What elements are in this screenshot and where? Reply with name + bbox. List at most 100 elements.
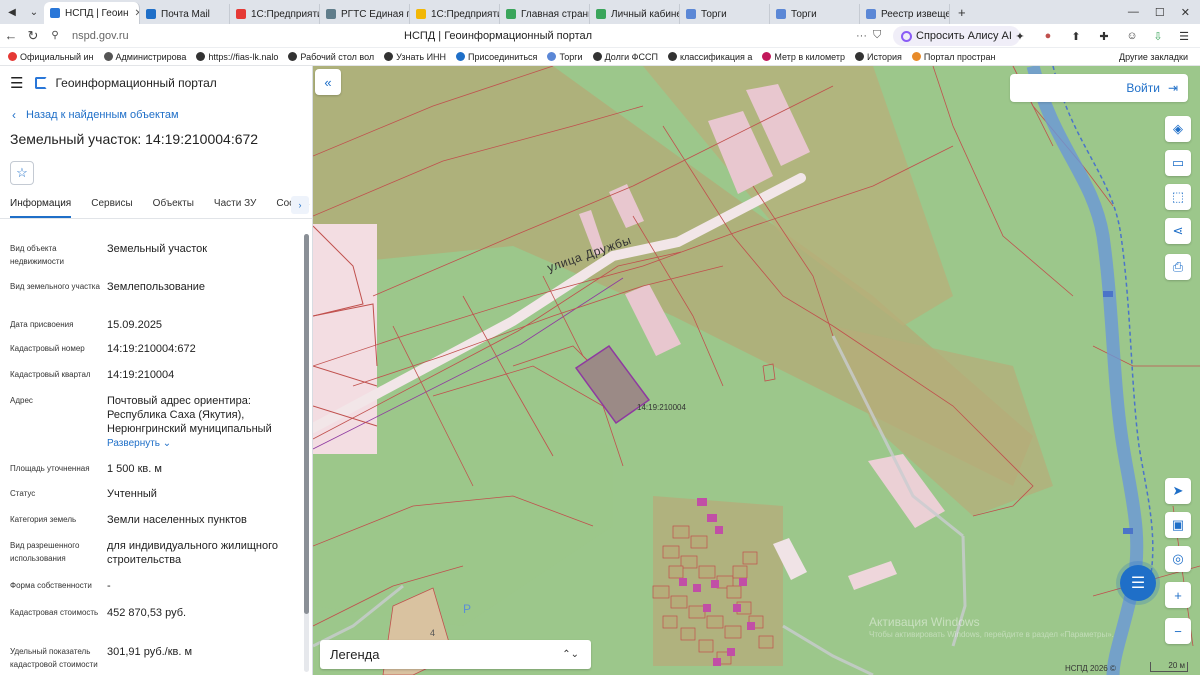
app-title: Геоинформационный портал: [55, 76, 217, 90]
bookmark-item[interactable]: Администрирова: [103, 52, 186, 62]
bookmark-item[interactable]: Присоединиться: [456, 52, 537, 62]
plus-icon: +: [1174, 587, 1182, 603]
bookmark-icon[interactable]: ⛉: [873, 29, 881, 42]
geolocation-button[interactable]: ➤: [1165, 478, 1191, 504]
tab-label: НСПД | Геоин: [65, 7, 129, 19]
url-field[interactable]: nspd.gov.ru: [72, 30, 192, 42]
bookmark-favicon-icon: [854, 52, 864, 61]
zoom-out-button[interactable]: −: [1165, 618, 1191, 644]
address-bar: ← ↻ ⚲ nspd.gov.ru НСПД | Геоинформационн…: [0, 24, 1200, 48]
tabs-scroll-right-icon[interactable]: ›: [291, 196, 309, 214]
maximize-icon[interactable]: ☐: [1155, 6, 1165, 19]
collapse-panel-button[interactable]: «: [315, 69, 341, 95]
puzzle-icon[interactable]: ✚: [1096, 28, 1112, 44]
object-title: Земельный участок: 14:19:210004:672: [10, 131, 259, 147]
bookmark-item[interactable]: Метр в километр: [762, 52, 845, 62]
new-tab-button[interactable]: +: [958, 5, 966, 20]
measure-button[interactable]: ▭: [1165, 150, 1191, 176]
property-value: для индивидуального жилищного строительс…: [107, 539, 300, 567]
map-view[interactable]: 4 P 14:19:210004 улица Дружбы « Войти ⇥ …: [313, 66, 1200, 675]
bookmark-item[interactable]: Портал простран: [911, 52, 995, 62]
tab-objects[interactable]: Объекты: [153, 194, 194, 218]
alisa-icon: [901, 30, 912, 42]
bookmark-label: История: [866, 51, 902, 62]
page-title-in-address: НСПД | Геоинформационный портал: [404, 29, 593, 42]
tab-services[interactable]: Сервисы: [91, 194, 132, 218]
bookmark-label: Рабочий стол вол: [300, 51, 375, 62]
select-area-button[interactable]: ⬚: [1165, 184, 1191, 210]
property-value: 15.09.2025: [107, 318, 300, 332]
minimap-button[interactable]: ▣: [1165, 512, 1191, 538]
profile-icon[interactable]: ☺: [1124, 28, 1140, 44]
property-label: Адрес: [10, 396, 33, 405]
bookmark-item[interactable]: классификация а: [667, 52, 752, 62]
bookmark-item[interactable]: Торги: [547, 52, 583, 62]
sidebar-toggle-icon[interactable]: ◀: [2, 3, 22, 21]
double-chevron-left-icon: «: [324, 74, 332, 90]
browser-tab[interactable]: 1С:Предприятие: [230, 4, 320, 24]
reload-icon[interactable]: ↻: [22, 28, 44, 44]
panel-scrollbar[interactable]: [304, 234, 309, 672]
legend-dropdown[interactable]: Легенда ⌃⌄: [320, 640, 591, 669]
property-value-text: 452 870,53 руб.: [107, 607, 187, 619]
scrollbar-thumb[interactable]: [304, 234, 309, 614]
browser-tab[interactable]: Торги: [770, 4, 860, 24]
browser-tab[interactable]: Реестр извещени: [860, 4, 950, 24]
browser-tab-bar: ◀ ⌄ НСПД | Геоин✕Почта Mail1С:Предприяти…: [0, 0, 1200, 24]
menu-icon[interactable]: ☰: [1176, 28, 1192, 44]
print-button[interactable]: ⎙: [1165, 254, 1191, 280]
tab-favicon-icon: [506, 9, 516, 19]
close-window-icon[interactable]: ✕: [1181, 6, 1190, 19]
chevron-left-icon: ‹: [12, 108, 16, 122]
property-label: Кадастровая стоимость: [10, 608, 99, 617]
tab-parts[interactable]: Части ЗУ: [214, 194, 256, 218]
expand-address-link[interactable]: Развернуть: [107, 438, 160, 449]
property-label: Дата присвоения: [10, 320, 74, 329]
back-to-results-link[interactable]: ‹ Назад к найденным объектам: [0, 108, 312, 122]
bookmark-item[interactable]: Долги ФССП: [592, 52, 658, 62]
browser-tab[interactable]: НСПД | Геоин✕: [44, 2, 140, 24]
browser-tab[interactable]: 1С:Предприятие: [410, 4, 500, 24]
favorite-button[interactable]: ☆: [10, 161, 34, 185]
bookmark-item[interactable]: История: [854, 51, 902, 62]
back-nav-icon[interactable]: ←: [0, 28, 22, 43]
chat-button[interactable]: ☰: [1120, 565, 1156, 601]
info-tabs: Информация Сервисы Объекты Части ЗУ Сост…: [0, 194, 312, 218]
alisa-button[interactable]: Спросить Алису AI: [893, 26, 1020, 46]
login-button[interactable]: Войти ⇥: [1010, 74, 1188, 102]
bookmark-favicon-icon: [196, 52, 206, 61]
bookmark-favicon-icon: [384, 52, 394, 61]
browser-tab[interactable]: Почта Mail: [140, 4, 230, 24]
layers-button[interactable]: ◈: [1165, 116, 1191, 142]
cadastral-map[interactable]: 4 P 14:19:210004 улица Дружбы: [313, 66, 1200, 675]
tab-favicon-icon: [686, 9, 696, 19]
bookmark-item[interactable]: https://fias-lk.nalo: [196, 52, 278, 62]
minimize-icon[interactable]: —: [1128, 6, 1139, 19]
bookmark-item[interactable]: Узнать ИНН: [384, 52, 446, 62]
property-value-text: Почтовый адрес ориентира: Республика Сах…: [107, 395, 272, 435]
extension-icon-2[interactable]: ●: [1040, 28, 1056, 44]
hamburger-menu-icon[interactable]: ☰: [10, 74, 23, 92]
zoom-in-button[interactable]: +: [1165, 582, 1191, 608]
share-button[interactable]: ⋖: [1165, 218, 1191, 244]
other-bookmarks[interactable]: Другие закладки: [1119, 52, 1200, 62]
extension-icon[interactable]: ✦: [1012, 28, 1028, 44]
browser-tab[interactable]: Главная страниц: [500, 4, 590, 24]
login-icon: ⇥: [1167, 81, 1178, 95]
browser-tab[interactable]: Торги: [680, 4, 770, 24]
bookmark-item[interactable]: Официальный ин: [8, 52, 94, 62]
locate-button[interactable]: ◎: [1165, 546, 1191, 572]
property-value: 452 870,53 руб.: [107, 606, 300, 620]
browser-tab[interactable]: Личный кабинет: [590, 4, 680, 24]
extension-icon-3[interactable]: ⬆: [1068, 28, 1084, 44]
chevron-down-icon[interactable]: ⌄: [160, 438, 171, 449]
more-icon[interactable]: ···: [856, 30, 867, 42]
lock-icon: ⚲: [51, 30, 59, 41]
browser-tab[interactable]: РГТС Единая гео: [320, 4, 410, 24]
bookmark-label: Метр в километр: [774, 51, 845, 62]
downloads-icon[interactable]: ⇩: [1150, 28, 1166, 44]
windows-watermark-text: Чтобы активировать Windows, перейдите в …: [869, 630, 1114, 639]
tab-information[interactable]: Информация: [10, 194, 72, 218]
tab-menu-chevron-icon[interactable]: ⌄: [24, 3, 44, 21]
bookmark-item[interactable]: Рабочий стол вол: [288, 52, 374, 62]
